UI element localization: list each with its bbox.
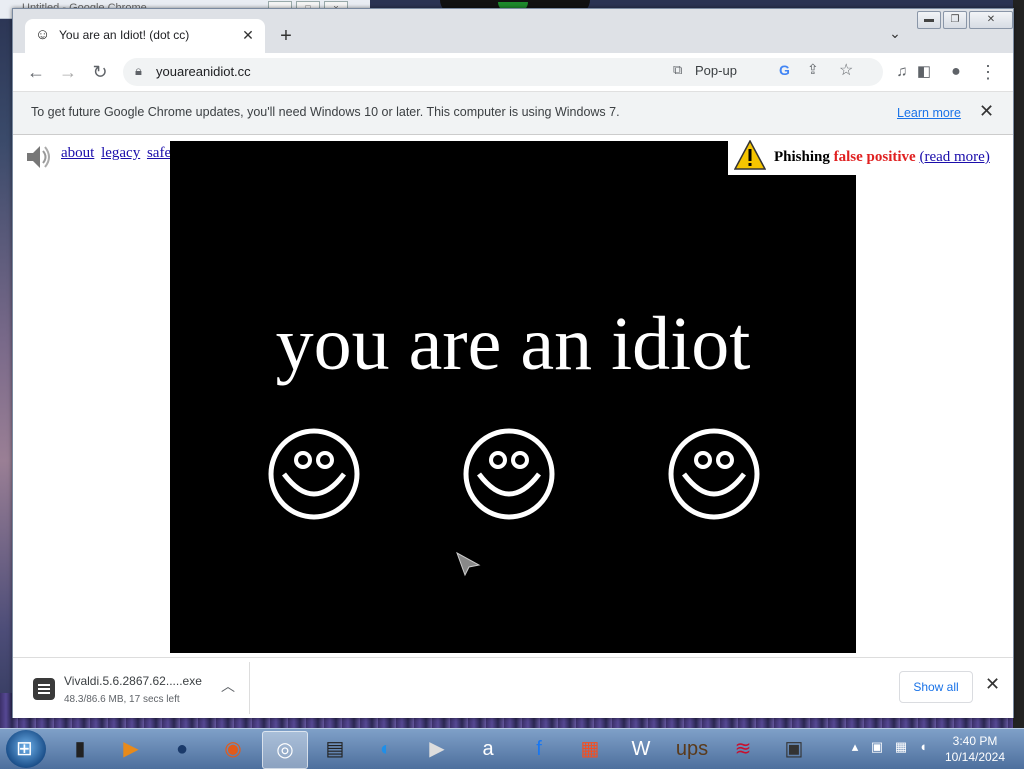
screen-edge [1013,0,1024,728]
exe-file-icon [33,678,55,700]
smiley-face-icon [463,428,555,520]
profile-avatar-icon[interactable]: ● [943,59,969,85]
clock[interactable]: 3:40 PM 10/14/2024 [940,733,1010,765]
popup-blocked-label[interactable]: Pop-up [695,63,737,78]
tab-search-chevron-icon[interactable]: ⌄ [885,25,905,45]
back-button[interactable]: ← [23,59,49,85]
forward-button[interactable]: → [55,59,81,85]
chrome-window: ☺ You are an Idiot! (dot cc) ✕ + ⌄ ▬ ❐ ✕… [12,8,1014,718]
download-filename: Vivaldi.5.6.2867.62.....exe [64,674,202,688]
phishing-notice: Phishing false positive (read more) [728,135,1013,175]
volume-icon[interactable]: ◖ [914,739,932,757]
network-icon[interactable]: ▦ [892,739,910,757]
toolbar: ← → ↻ 🔒︎ youareanidiot.cc ⧉ Pop-up G ⇪ ☆… [13,53,1013,92]
restore-button[interactable]: ❐ [943,11,967,29]
show-all-button[interactable]: Show all [899,671,973,703]
download-item[interactable]: Vivaldi.5.6.2867.62.....exe 48.3/86.6 MB… [27,662,250,714]
clock-date: 10/14/2024 [944,750,1006,764]
false-positive-label: false positive [833,149,916,165]
download-bar-close-icon[interactable]: ✕ [985,674,1000,695]
tab-active[interactable]: ☺ You are an Idiot! (dot cc) ✕ [25,19,265,53]
smiley-face-icon [268,428,360,520]
youtube-icon[interactable]: ▶ [415,731,459,767]
tab-close-icon[interactable]: ✕ [239,26,257,44]
learn-more-link[interactable]: Learn more [897,106,961,120]
download-status: 48.3/86.6 MB, 17 secs left [64,694,180,705]
chrome-icon[interactable]: ◎ [262,731,308,769]
bookmark-star-icon[interactable]: ☆ [839,60,853,80]
infobar-message: To get future Google Chrome updates, you… [31,105,620,119]
mouse-cursor-icon [456,551,481,577]
lock-icon[interactable]: 🔒︎ [135,63,142,79]
video-player[interactable]: you are an idiot [170,141,856,653]
new-tab-button[interactable]: + [275,25,297,47]
page-content: about legacy safe you are an idiot Phish… [13,135,1013,659]
wikipedia-icon[interactable]: W [619,731,663,767]
tray-app-icon[interactable]: ▣ [868,739,886,757]
taskbar: ▮▶●◉◎▤◐▶af▦Wups≋▣ ▴ ▣ ▦ ◖ 3:40 PM 10/14/… [0,728,1024,769]
popup-blocked-icon[interactable]: ⧉ [673,62,682,78]
speaker-icon[interactable] [21,141,53,173]
terminal-icon[interactable]: ▤ [313,731,357,767]
share-icon[interactable]: ⇪ [807,61,819,78]
google-lens-icon[interactable]: G [779,62,790,78]
facebook-icon[interactable]: f [517,731,561,767]
microsoft-icon[interactable]: ▦ [568,731,612,767]
menu-kebab-icon[interactable]: ⋮ [975,59,1001,85]
download-bar: Vivaldi.5.6.2867.62.....exe 48.3/86.6 MB… [13,657,1013,718]
clock-time: 3:40 PM [952,734,998,748]
media-player-icon[interactable]: ▶ [109,731,153,767]
safe-link[interactable]: safe [147,145,171,161]
phishing-text: Phishing false positive (read more) [774,149,990,166]
address-bar[interactable]: 🔒︎ youareanidiot.cc ⧉ Pop-up G ⇪ ☆ [123,58,883,86]
store-icon[interactable]: ▣ [772,731,816,767]
edge-icon[interactable]: ◐ [364,731,408,767]
minimize-button[interactable]: ▬ [917,11,941,29]
smiley-icon: ☺ [35,26,51,43]
amazon-icon[interactable]: a [466,731,510,767]
firefox-icon[interactable]: ◉ [211,731,255,767]
smiley-face-icon [668,428,760,520]
update-infobar: To get future Google Chrome updates, you… [13,92,1013,135]
tab-title: You are an Idiot! (dot cc) [59,28,190,42]
close-window-button[interactable]: ✕ [969,11,1013,29]
bank-of-america-icon[interactable]: ≋ [721,731,765,767]
tray-up-arrow-icon[interactable]: ▴ [846,739,864,757]
start-button[interactable] [6,730,46,768]
read-more-link[interactable]: (read more) [919,149,989,165]
side-panel-icon[interactable]: ◧ [911,59,937,85]
chevron-up-icon[interactable]: ︿ [221,676,235,696]
legacy-link[interactable]: legacy [101,145,140,161]
video-caption: you are an idiot [275,302,751,386]
ups-icon[interactable]: ups [670,731,714,767]
phishing-label: Phishing [774,149,830,165]
reload-button[interactable]: ↻ [87,59,113,85]
globe-icon[interactable]: ● [160,731,204,767]
infobar-close-icon[interactable]: ✕ [979,101,994,122]
about-link[interactable]: about [61,145,94,161]
url-text[interactable]: youareanidiot.cc [156,64,251,79]
nav-links: about legacy safe [61,145,174,162]
warning-icon [734,140,766,170]
tab-strip: ☺ You are an Idiot! (dot cc) ✕ + ⌄ ▬ ❐ ✕ [13,9,1013,53]
black-tablet-icon[interactable]: ▮ [58,731,102,767]
